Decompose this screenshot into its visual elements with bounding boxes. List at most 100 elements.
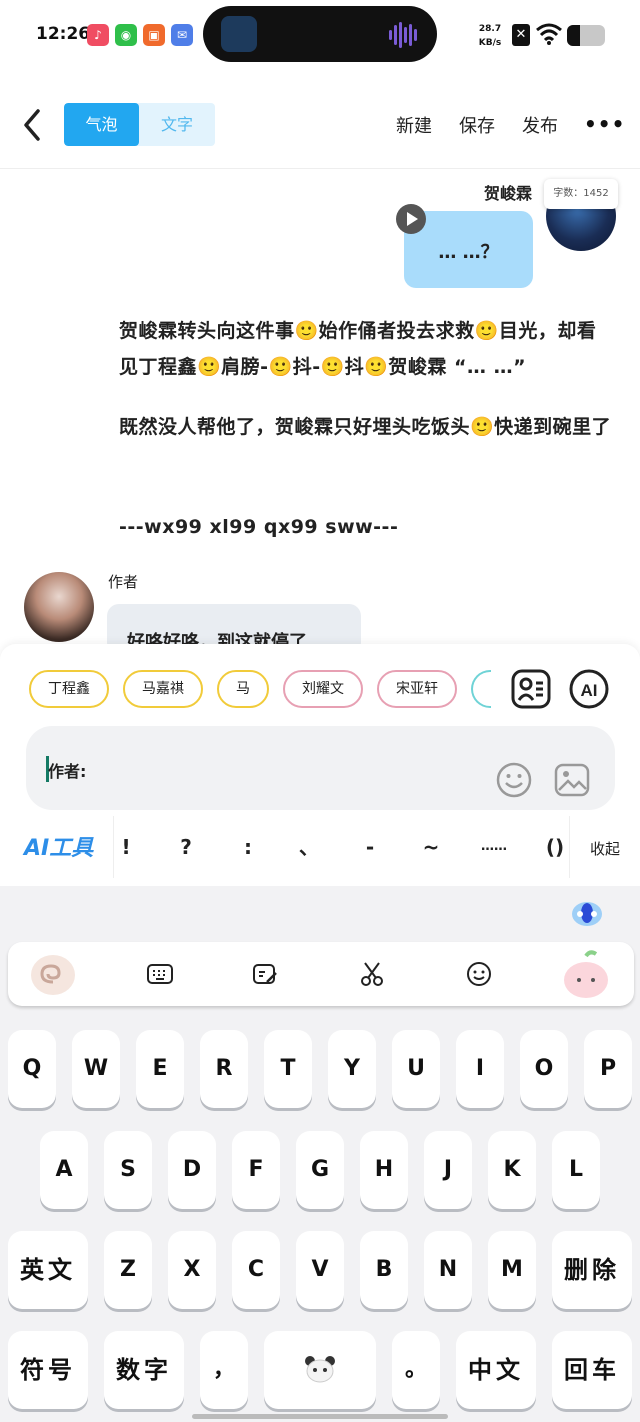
word-count-badge: 字数：1452 [544, 179, 618, 209]
comma-key[interactable]: ， [200, 1331, 248, 1409]
key-n[interactable]: N [424, 1231, 472, 1309]
strawberry-icon[interactable] [560, 950, 612, 1000]
panda-icon [305, 1356, 335, 1383]
collapse-button[interactable]: 收起 [590, 838, 620, 859]
key-b[interactable]: B [360, 1231, 408, 1309]
narration-paragraph[interactable]: 贺峻霖转头向这件事🙂始作俑者投去求救🙂目光，却看见丁程鑫🙂肩膀-🙂抖-🙂抖🙂贺峻… [25, 313, 615, 385]
key-c[interactable]: C [232, 1231, 280, 1309]
publish-button[interactable]: 发布 [522, 112, 558, 138]
key-m[interactable]: M [488, 1231, 536, 1309]
character-chip[interactable]: 刘耀文 [283, 670, 363, 708]
key-s[interactable]: S [104, 1131, 152, 1209]
assistant-mascot-icon[interactable] [570, 896, 604, 930]
key-x[interactable]: X [168, 1231, 216, 1309]
key-i[interactable]: I [456, 1030, 504, 1108]
key-y[interactable]: Y [328, 1030, 376, 1108]
mode-switch: 气泡 文字 [64, 103, 215, 146]
input-panel: 丁程鑫 马嘉祺 马 刘耀文 宋亚轩 AI 作者: AI工具 ! ? : 、 - [0, 644, 640, 886]
space-key[interactable] [264, 1331, 376, 1409]
ai-tools-button[interactable]: AI工具 [24, 830, 93, 862]
key-q[interactable]: Q [8, 1030, 56, 1108]
number-key[interactable]: 数字 [104, 1331, 184, 1409]
scissors-icon[interactable] [358, 960, 386, 988]
key-d[interactable]: D [168, 1131, 216, 1209]
punctuation-key[interactable]: ~ [401, 816, 461, 878]
tab-text[interactable]: 文字 [139, 103, 215, 146]
top-nav: 气泡 文字 新建 保存 发布 ••• [0, 96, 640, 154]
battery-icon [567, 25, 605, 46]
ai-icon[interactable]: AI [568, 668, 610, 710]
emoji-keyboard-icon[interactable] [465, 960, 493, 988]
punctuation-key[interactable]: : [218, 816, 278, 878]
swirl-skin-icon[interactable] [28, 952, 78, 998]
home-indicator[interactable] [192, 1414, 448, 1419]
author-label: 作者 [108, 573, 139, 591]
audio-wave-icon [389, 22, 423, 48]
keyboard: Q W E R T Y U I O P A S D F G H J K L 英文… [0, 886, 640, 1422]
key-v[interactable]: V [296, 1231, 344, 1309]
dynamic-island[interactable] [203, 6, 437, 62]
character-chip[interactable]: 丁程鑫 [29, 670, 109, 708]
new-button[interactable]: 新建 [396, 112, 432, 138]
character-card-icon[interactable] [510, 668, 552, 710]
key-g[interactable]: G [296, 1131, 344, 1209]
character-chip[interactable]: 马 [217, 670, 269, 708]
key-u[interactable]: U [392, 1030, 440, 1108]
net-speed-value: 28.7 [478, 24, 502, 34]
character-chip[interactable]: 宋亚轩 [377, 670, 457, 708]
punctuation-key[interactable]: …… [464, 816, 524, 878]
taobao-icon: ▣ [143, 24, 165, 46]
punctuation-key[interactable]: ? [156, 816, 216, 878]
music-app-icon: ♪ [87, 24, 109, 46]
key-e[interactable]: E [136, 1030, 184, 1108]
mail-icon: ✉ [171, 24, 193, 46]
keyboard-icon[interactable] [146, 960, 174, 988]
key-r[interactable]: R [200, 1030, 248, 1108]
symbol-key[interactable]: 符号 [8, 1331, 88, 1409]
net-speed: 28.7 KB/s [476, 22, 504, 50]
image-icon[interactable] [554, 762, 590, 798]
emoji-icon[interactable] [496, 762, 532, 798]
key-p[interactable]: P [584, 1030, 632, 1108]
wifi-icon [536, 23, 562, 45]
net-speed-unit: KB/s [478, 38, 502, 48]
key-a[interactable]: A [40, 1131, 88, 1209]
tab-bubble[interactable]: 气泡 [64, 103, 139, 146]
period-key[interactable]: 。 [392, 1331, 440, 1409]
chinese-mode-key[interactable]: 中文 [456, 1331, 536, 1409]
key-k[interactable]: K [488, 1131, 536, 1209]
clock: 12:26 [36, 24, 91, 44]
no-sim-icon: ✕ [512, 24, 530, 46]
edit-note-icon[interactable] [251, 960, 279, 988]
key-z[interactable]: Z [104, 1231, 152, 1309]
svg-text:AI: AI [581, 681, 598, 700]
back-arrow-icon[interactable] [18, 106, 48, 144]
character-chip[interactable]: 马嘉祺 [123, 670, 203, 708]
english-mode-key[interactable]: 英文 [8, 1231, 88, 1309]
message-input-value[interactable]: 作者: [48, 758, 86, 782]
keyboard-toolbar [8, 942, 634, 1006]
message-input[interactable]: 作者: [26, 726, 615, 810]
punctuation-key[interactable]: () [525, 816, 585, 878]
key-o[interactable]: O [520, 1030, 568, 1108]
punctuation-key[interactable]: 、 [279, 816, 339, 878]
delete-key[interactable]: 删除 [552, 1231, 632, 1309]
key-h[interactable]: H [360, 1131, 408, 1209]
key-t[interactable]: T [264, 1030, 312, 1108]
punctuation-key[interactable]: ! [96, 816, 156, 878]
more-menu-button[interactable]: ••• [584, 112, 625, 136]
key-f[interactable]: F [232, 1131, 280, 1209]
narration-paragraph[interactable]: ---wx99 xl99 qx99 sww--- [25, 509, 615, 545]
album-art-icon [221, 16, 257, 52]
key-j[interactable]: J [424, 1131, 472, 1209]
speaker-name: 贺峻霖 [483, 184, 532, 203]
narration-paragraph[interactable]: 既然没人帮他了，贺峻霖只好埋头吃饭头🙂快递到碗里了 [25, 409, 615, 445]
enter-key[interactable]: 回车 [552, 1331, 632, 1409]
character-chip-partial[interactable] [471, 670, 491, 708]
author-avatar[interactable] [24, 572, 94, 642]
key-l[interactable]: L [552, 1131, 600, 1209]
key-w[interactable]: W [72, 1030, 120, 1108]
save-button[interactable]: 保存 [459, 112, 495, 138]
play-icon[interactable] [396, 204, 426, 234]
punctuation-key[interactable]: - [340, 816, 400, 878]
